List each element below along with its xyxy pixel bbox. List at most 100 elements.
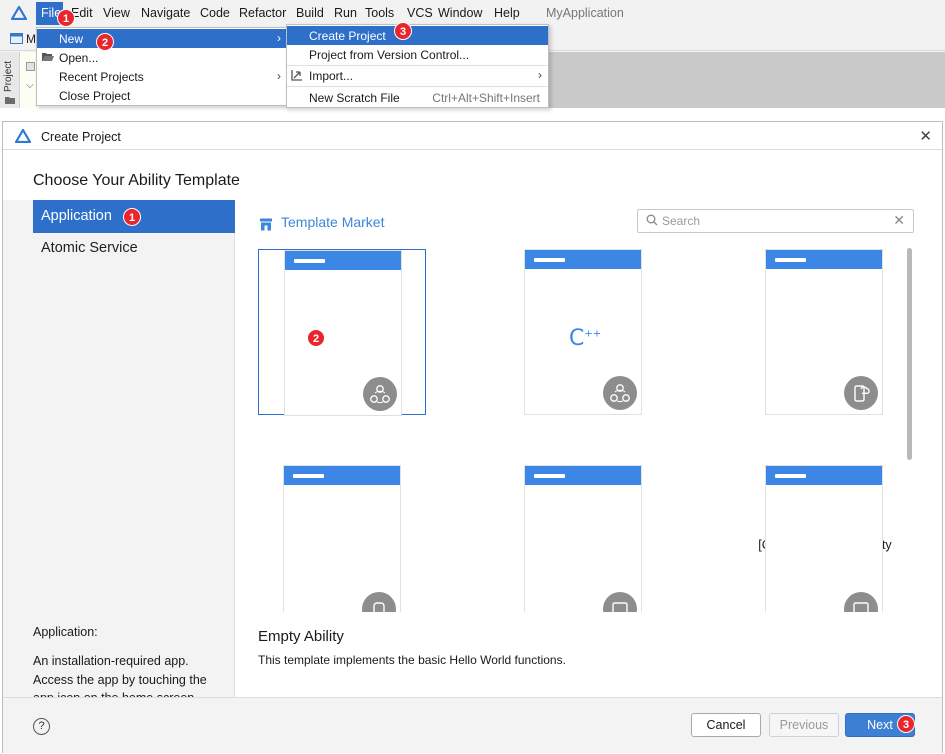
template-card-clouddev-empty-ability[interactable]: [740, 249, 908, 415]
menu-help[interactable]: Help: [494, 6, 520, 20]
template-card-4[interactable]: [258, 465, 426, 612]
category-description-title: Application:: [33, 625, 98, 639]
template-preview-header: [766, 466, 882, 485]
menu-run[interactable]: Run: [334, 6, 357, 20]
folder-icon: [5, 97, 15, 104]
folder-open-icon: [42, 53, 54, 61]
app-title: MyApplication: [546, 6, 624, 20]
template-preview: [283, 465, 401, 612]
menu-item-create-project-label: Create Project: [309, 29, 386, 43]
dialog-footer: ? Cancel Previous Next 3: [3, 697, 942, 753]
toolbar-module-label[interactable]: M: [26, 32, 36, 46]
menu-item-scratch-label: New Scratch File: [309, 91, 400, 105]
menu-window[interactable]: Window: [438, 6, 482, 20]
page-title: Choose Your Ability Template: [33, 172, 240, 189]
template-preview: C++: [524, 249, 642, 415]
template-grid-scrollbar[interactable]: [907, 248, 912, 460]
sidebar-item-atomic-service[interactable]: Atomic Service: [33, 232, 235, 265]
sidebar-item-label: Application: [41, 208, 112, 224]
template-preview: [765, 249, 883, 415]
menu-tools[interactable]: Tools: [365, 6, 394, 20]
menu-item-close-project[interactable]: Close Project: [37, 86, 287, 105]
deveco-logo-icon: [11, 6, 27, 20]
template-card-native-cpp[interactable]: C++: [499, 249, 667, 415]
dialog-titlebar: Create Project ✕: [3, 122, 942, 150]
menu-vcs[interactable]: VCS: [407, 6, 433, 20]
step-badge-1: 1: [57, 9, 75, 27]
template-preview-header: [525, 466, 641, 485]
chevron-right-icon: ›: [538, 68, 542, 82]
cancel-button[interactable]: Cancel: [691, 713, 761, 737]
template-card-empty-ability[interactable]: [258, 249, 426, 416]
menu-code[interactable]: Code: [200, 6, 230, 20]
deveco-logo-icon: [15, 129, 31, 143]
project-tool-strip[interactable]: Project: [0, 52, 20, 108]
shortcut-label: Ctrl+Alt+Shift+Insert: [432, 91, 540, 105]
step-badge-2: 2: [96, 33, 114, 51]
template-preview: [284, 250, 402, 416]
help-icon[interactable]: ?: [33, 718, 50, 735]
menu-view[interactable]: View: [103, 6, 130, 20]
import-icon: [291, 70, 302, 81]
step-badge-3: 3: [394, 22, 412, 40]
close-icon[interactable]: ✕: [919, 127, 932, 145]
menu-item-close-label: Close Project: [59, 89, 131, 103]
previous-button[interactable]: Previous: [769, 713, 839, 737]
template-preview-header: [525, 250, 641, 269]
create-project-dialog: Create Project ✕ Choose Your Ability Tem…: [2, 121, 943, 753]
store-icon[interactable]: [259, 218, 273, 231]
module-icon: [10, 33, 23, 44]
project-tab-label[interactable]: Project: [3, 61, 14, 92]
template-preview-header: [284, 466, 400, 485]
clear-icon[interactable]: ✕: [893, 212, 905, 229]
menu-item-create-project[interactable]: Create Project: [287, 26, 548, 45]
tablet-icon: [603, 592, 637, 612]
template-market-link[interactable]: Template Market: [281, 214, 384, 230]
template-card-5[interactable]: [499, 465, 667, 612]
cpp-badge-icon: [603, 376, 637, 410]
step-badge-3: 3: [897, 715, 915, 733]
search-icon: [646, 214, 658, 226]
template-preview-header: [766, 250, 882, 269]
chevron-down-icon[interactable]: ⌵: [26, 80, 34, 91]
menu-item-import[interactable]: Import... ›: [287, 66, 548, 85]
menu-build[interactable]: Build: [296, 6, 324, 20]
menu-separator: [287, 86, 548, 87]
menu-refactor[interactable]: Refactor: [239, 6, 286, 20]
chevron-right-icon: ›: [277, 69, 281, 83]
menu-navigate[interactable]: Navigate: [141, 6, 190, 20]
category-sidebar: Application Atomic Service Application: …: [3, 200, 235, 705]
menu-item-project-from-vcs[interactable]: Project from Version Control...: [287, 45, 548, 64]
ide-window: File Edit View Navigate Code Refactor Bu…: [0, 0, 945, 108]
step-badge-2: 2: [307, 329, 325, 347]
dialog-title: Create Project: [41, 130, 121, 144]
menu-item-vcs-label: Project from Version Control...: [309, 48, 470, 62]
tablet-icon: [844, 592, 878, 612]
cpp-icon: C++: [569, 326, 602, 351]
search-field[interactable]: ✕: [637, 209, 914, 233]
cloud-device-icon: [844, 376, 878, 410]
new-submenu-dropdown: Create Project Project from Version Cont…: [286, 24, 549, 108]
step-badge-1: 1: [123, 208, 141, 226]
chevron-right-icon: ›: [277, 31, 281, 45]
watch-icon: [362, 592, 396, 612]
template-grid: Empty Ability C++ Native C++ [CloudDev]E…: [243, 242, 913, 612]
menu-item-new-label: New: [59, 32, 84, 46]
panel-item-icon: [26, 62, 35, 71]
menu-item-new[interactable]: New ›: [37, 29, 287, 48]
search-input[interactable]: [662, 213, 882, 229]
template-preview: [524, 465, 642, 612]
menu-item-recent-label: Recent Projects: [59, 70, 144, 84]
menu-item-open[interactable]: Open...: [37, 48, 287, 67]
sidebar-item-label: Atomic Service: [41, 240, 138, 256]
file-menu-dropdown: New › Open... Recent Projects › Close Pr…: [36, 27, 288, 106]
empty-ability-icon: [363, 377, 397, 411]
template-preview: [765, 465, 883, 612]
menu-bar: File Edit View Navigate Code Refactor Bu…: [0, 0, 945, 27]
template-preview-header: [285, 251, 401, 270]
menu-item-new-scratch-file[interactable]: New Scratch File Ctrl+Alt+Shift+Insert: [287, 88, 548, 107]
menu-item-import-label: Import...: [309, 69, 354, 83]
template-card-6[interactable]: [740, 465, 908, 612]
selected-template-title: Empty Ability: [258, 628, 344, 645]
menu-item-recent-projects[interactable]: Recent Projects ›: [37, 67, 287, 86]
